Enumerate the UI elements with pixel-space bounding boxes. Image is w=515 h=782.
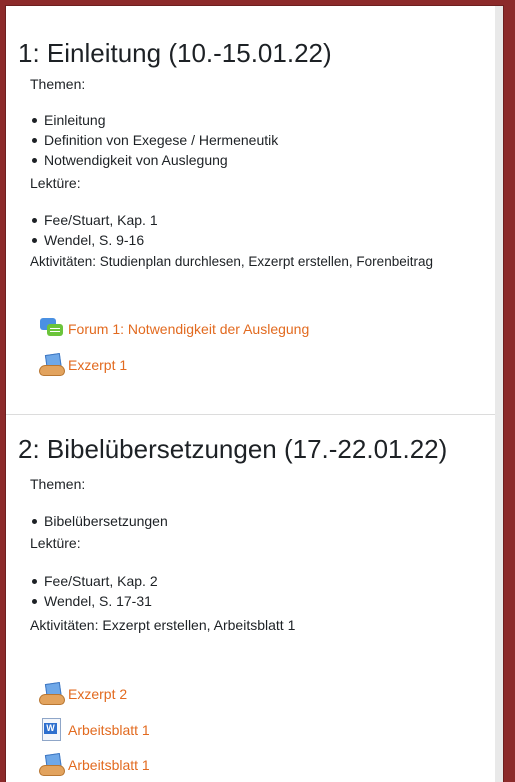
assignment-icon — [38, 753, 66, 777]
activity-assignment-link[interactable]: Exzerpt 1 — [38, 353, 127, 377]
bullet — [32, 238, 37, 243]
bullet — [32, 138, 37, 143]
lektuere-label: Lektüre: — [30, 175, 81, 191]
themen-label: Themen: — [30, 76, 86, 92]
course-section-2: 2: Bibelübersetzungen (17.-22.01.22) The… — [6, 414, 495, 782]
list-item: Wendel, S. 17-31 — [30, 591, 158, 611]
bullet — [32, 599, 37, 604]
activity-assignment-link[interactable]: Exzerpt 2 — [38, 682, 127, 706]
activity-forum-link[interactable]: Forum 1: Notwendigkeit der Auslegung — [38, 317, 309, 341]
themen-list: Bibelübersetzungen — [30, 511, 168, 531]
scrollbar-edge[interactable] — [495, 6, 503, 782]
bullet — [32, 519, 37, 524]
section-title[interactable]: 2: Bibelübersetzungen (17.-22.01.22) — [18, 434, 447, 465]
aktivitaeten-text: Aktivitäten: Exzerpt erstellen, Arbeitsb… — [30, 617, 296, 633]
word-document-icon: W — [38, 718, 66, 742]
activity-label[interactable]: Exzerpt 2 — [68, 686, 127, 702]
lektuere-list: Fee/Stuart, Kap. 1 Wendel, S. 9-16 — [30, 210, 158, 250]
activity-label[interactable]: Forum 1: Notwendigkeit der Auslegung — [68, 321, 309, 337]
list-item: Einleitung — [30, 110, 278, 130]
activity-label[interactable]: Arbeitsblatt 1 — [68, 722, 150, 738]
list-item: Bibelübersetzungen — [30, 511, 168, 531]
bullet — [32, 579, 37, 584]
section-title[interactable]: 1: Einleitung (10.-15.01.22) — [18, 38, 332, 69]
course-page: 1: Einleitung (10.-15.01.22) Themen: Ein… — [6, 6, 503, 782]
list-item: Definition von Exegese / Hermeneutik — [30, 130, 278, 150]
list-item: Fee/Stuart, Kap. 2 — [30, 571, 158, 591]
assignment-icon — [38, 682, 66, 706]
themen-list: Einleitung Definition von Exegese / Herm… — [30, 110, 278, 170]
lektuere-label: Lektüre: — [30, 535, 81, 551]
bullet — [32, 218, 37, 223]
aktivitaeten-text: Aktivitäten: Studienplan durchlesen, Exz… — [30, 254, 433, 269]
list-item: Notwendigkeit von Auslegung — [30, 150, 278, 170]
bullet — [32, 118, 37, 123]
activity-label[interactable]: Exzerpt 1 — [68, 357, 127, 373]
activity-word-document-link[interactable]: W Arbeitsblatt 1 — [38, 718, 150, 742]
lektuere-list: Fee/Stuart, Kap. 2 Wendel, S. 17-31 — [30, 571, 158, 611]
forum-icon — [38, 317, 66, 341]
assignment-icon — [38, 353, 66, 377]
list-item: Fee/Stuart, Kap. 1 — [30, 210, 158, 230]
bullet — [32, 158, 37, 163]
course-section-1: 1: Einleitung (10.-15.01.22) Themen: Ein… — [6, 6, 495, 414]
activity-assignment-link[interactable]: Arbeitsblatt 1 — [38, 753, 150, 777]
list-item: Wendel, S. 9-16 — [30, 230, 158, 250]
activity-label[interactable]: Arbeitsblatt 1 — [68, 757, 150, 773]
themen-label: Themen: — [30, 476, 86, 492]
